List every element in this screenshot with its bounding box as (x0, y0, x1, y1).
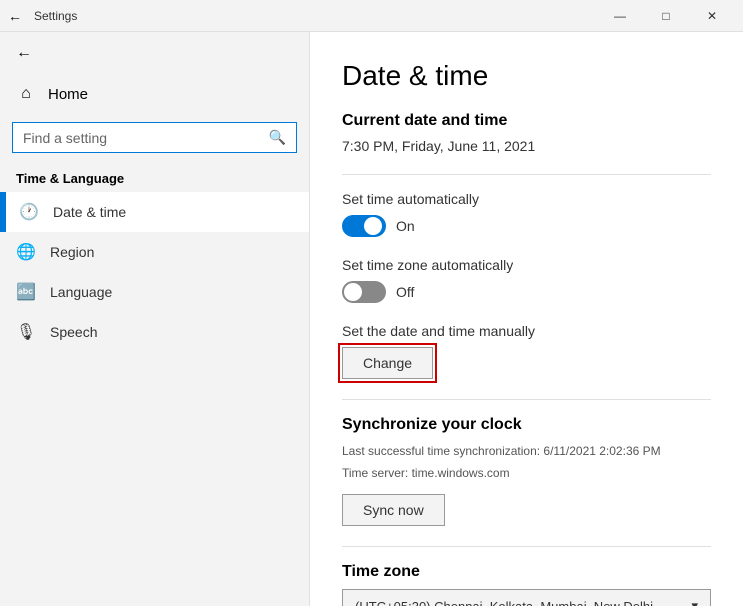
language-icon: 🔤 (16, 282, 36, 302)
current-date-time-header: Current date and time (342, 112, 711, 130)
set-manually-label: Set the date and time manually (342, 323, 711, 339)
sidebar-item-label-speech: Speech (50, 324, 97, 340)
sync-section: Synchronize your clock Last successful t… (342, 416, 711, 526)
app-container: ← ⌂ Home 🔍 Time & Language 🕐 Date & time… (0, 32, 743, 606)
current-datetime-value: 7:30 PM, Friday, June 11, 2021 (342, 138, 711, 154)
sidebar-back-button[interactable]: ← (0, 32, 309, 74)
chevron-down-icon: ▾ (691, 598, 698, 606)
back-icon[interactable]: ← (8, 8, 22, 24)
back-arrow-icon: ← (16, 44, 32, 62)
timezone-value: (UTC+05:30) Chennai, Kolkata, Mumbai, Ne… (355, 599, 653, 606)
timezone-label: Time zone (342, 563, 711, 581)
timezone-section: Time zone (UTC+05:30) Chennai, Kolkata, … (342, 563, 711, 606)
search-input[interactable] (23, 130, 261, 146)
timezone-auto-toggle[interactable] (342, 281, 386, 303)
set-manually-row: Set the date and time manually Change (342, 323, 711, 379)
divider-1 (342, 174, 711, 175)
sync-section-header: Synchronize your clock (342, 416, 711, 434)
main-panel: Date & time Current date and time 7:30 P… (310, 32, 743, 606)
sidebar-item-language[interactable]: 🔤 Language (0, 272, 309, 312)
timezone-dropdown[interactable]: (UTC+05:30) Chennai, Kolkata, Mumbai, Ne… (342, 589, 711, 606)
titlebar-controls: — □ ✕ (597, 0, 735, 32)
change-button[interactable]: Change (342, 347, 433, 379)
sidebar-item-label-date-time: Date & time (53, 204, 126, 220)
sidebar-item-label-region: Region (50, 244, 94, 260)
toggle-thumb-off (344, 283, 362, 301)
speech-icon: 🎙 (16, 322, 36, 342)
sync-now-button[interactable]: Sync now (342, 494, 445, 526)
page-title: Date & time (342, 60, 711, 92)
sidebar: ← ⌂ Home 🔍 Time & Language 🕐 Date & time… (0, 32, 310, 606)
minimize-button[interactable]: — (597, 0, 643, 32)
sidebar-section-title: Time & Language (0, 161, 309, 192)
titlebar-title: Settings (34, 9, 77, 23)
sidebar-item-region[interactable]: 🌐 Region (0, 232, 309, 272)
time-auto-toggle-label: On (396, 218, 415, 234)
home-icon: ⌂ (16, 84, 36, 104)
sidebar-item-date-time[interactable]: 🕐 Date & time (0, 192, 309, 232)
timezone-auto-toggle-label: Off (396, 284, 414, 300)
close-button[interactable]: ✕ (689, 0, 735, 32)
divider-2 (342, 399, 711, 400)
sync-info-line1: Last successful time synchronization: 6/… (342, 442, 711, 460)
sidebar-item-home[interactable]: ⌂ Home (0, 74, 309, 114)
search-box[interactable]: 🔍 (12, 122, 297, 153)
sidebar-home-label: Home (48, 86, 88, 103)
search-icon: 🔍 (269, 129, 286, 146)
titlebar-left: ← Settings (8, 8, 77, 24)
time-auto-toggle-row: On (342, 215, 711, 237)
maximize-button[interactable]: □ (643, 0, 689, 32)
set-time-auto-row: Set time automatically On (342, 191, 711, 237)
titlebar: ← Settings — □ ✕ (0, 0, 743, 32)
time-auto-toggle[interactable] (342, 215, 386, 237)
date-time-icon: 🕐 (19, 202, 39, 222)
sync-info-line2: Time server: time.windows.com (342, 464, 711, 482)
sidebar-item-label-language: Language (50, 284, 112, 300)
region-icon: 🌐 (16, 242, 36, 262)
timezone-auto-toggle-row: Off (342, 281, 711, 303)
sidebar-item-speech[interactable]: 🎙 Speech (0, 312, 309, 352)
set-time-auto-label: Set time automatically (342, 191, 711, 207)
toggle-thumb-on (364, 217, 382, 235)
set-timezone-auto-row: Set time zone automatically Off (342, 257, 711, 303)
set-timezone-auto-label: Set time zone automatically (342, 257, 711, 273)
divider-3 (342, 546, 711, 547)
